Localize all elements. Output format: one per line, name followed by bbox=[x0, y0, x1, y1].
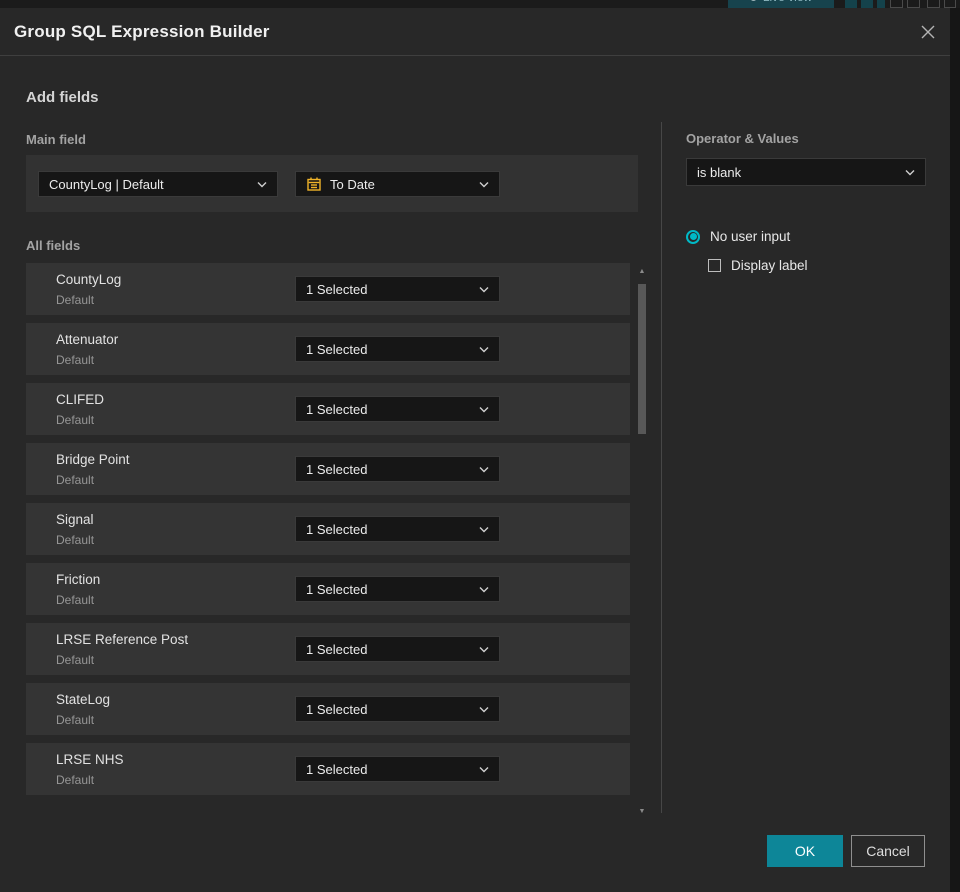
field-subtitle: Default bbox=[56, 353, 95, 367]
field-row: Friction Default 1 Selected bbox=[26, 563, 630, 615]
chevron-down-icon bbox=[479, 526, 489, 533]
toolbar-fragment bbox=[944, 0, 956, 8]
toolbar-fragment bbox=[877, 0, 885, 8]
field-subtitle: Default bbox=[56, 713, 95, 727]
chevron-down-icon bbox=[479, 586, 489, 593]
close-icon[interactable] bbox=[916, 20, 940, 44]
field-subtitle: Default bbox=[56, 413, 95, 427]
field-selection-value: 1 Selected bbox=[306, 701, 368, 717]
field-selection-dropdown[interactable]: 1 Selected bbox=[295, 756, 500, 782]
field-name: CountyLog bbox=[56, 272, 122, 287]
field-name: LRSE NHS bbox=[56, 752, 124, 767]
group-sql-expression-builder-dialog: Group SQL Expression Builder Add fields … bbox=[0, 8, 950, 892]
main-field-dropdown[interactable]: CountyLog | Default bbox=[38, 171, 278, 197]
toolbar-fragment bbox=[907, 0, 920, 8]
field-selection-value: 1 Selected bbox=[306, 281, 368, 297]
radio-selected-icon bbox=[686, 229, 700, 244]
chevron-down-icon bbox=[479, 286, 489, 293]
operator-dropdown-value: is blank bbox=[697, 164, 742, 180]
field-selection-dropdown[interactable]: 1 Selected bbox=[295, 516, 500, 542]
field-selection-dropdown[interactable]: 1 Selected bbox=[295, 396, 500, 422]
scrollbar-thumb[interactable] bbox=[638, 284, 646, 434]
field-selection-dropdown[interactable]: 1 Selected bbox=[295, 456, 500, 482]
main-field-panel: CountyLog | Default To Date bbox=[26, 155, 638, 212]
main-field-dropdown-value: CountyLog | Default bbox=[49, 176, 164, 192]
add-fields-heading: Add fields bbox=[26, 89, 99, 106]
checkbox-unchecked-icon bbox=[708, 259, 721, 272]
live-dot-icon bbox=[749, 0, 757, 1]
field-selection-dropdown[interactable]: 1 Selected bbox=[295, 636, 500, 662]
field-name: Friction bbox=[56, 572, 101, 587]
field-selection-dropdown[interactable]: 1 Selected bbox=[295, 336, 500, 362]
field-row: Attenuator Default 1 Selected bbox=[26, 323, 630, 375]
all-fields-list: CountyLog Default 1 Selected Attenuator … bbox=[26, 263, 630, 803]
field-row: Bridge Point Default 1 Selected bbox=[26, 443, 630, 495]
field-row: StateLog Default 1 Selected bbox=[26, 683, 630, 735]
radio-label: No user input bbox=[710, 229, 791, 244]
field-selection-value: 1 Selected bbox=[306, 521, 368, 537]
checkbox-label: Display label bbox=[731, 258, 808, 273]
field-selection-value: 1 Selected bbox=[306, 761, 368, 777]
all-fields-label: All fields bbox=[26, 238, 81, 253]
toolbar-fragment bbox=[861, 0, 873, 8]
chevron-down-icon bbox=[479, 646, 489, 653]
field-row: Signal Default 1 Selected bbox=[26, 503, 630, 555]
field-subtitle: Default bbox=[56, 593, 95, 607]
field-type-dropdown[interactable]: To Date bbox=[295, 171, 500, 197]
background-app-strip: Live view bbox=[0, 0, 960, 8]
field-selection-value: 1 Selected bbox=[306, 461, 368, 477]
cancel-button[interactable]: Cancel bbox=[851, 835, 925, 867]
field-selection-value: 1 Selected bbox=[306, 641, 368, 657]
live-view-label: Live view bbox=[763, 0, 812, 4]
field-subtitle: Default bbox=[56, 533, 95, 547]
field-subtitle: Default bbox=[56, 773, 95, 787]
toolbar-fragment bbox=[927, 0, 940, 8]
field-name: CLIFED bbox=[56, 392, 105, 407]
chevron-down-icon bbox=[479, 181, 489, 188]
scroll-down-icon[interactable]: ▼ bbox=[635, 808, 649, 816]
field-row: CountyLog Default 1 Selected bbox=[26, 263, 630, 315]
field-row: LRSE NHS Default 1 Selected bbox=[26, 743, 630, 795]
scroll-up-icon[interactable]: ▲ bbox=[635, 268, 649, 276]
field-selection-dropdown[interactable]: 1 Selected bbox=[295, 696, 500, 722]
chevron-down-icon bbox=[479, 706, 489, 713]
field-selection-value: 1 Selected bbox=[306, 401, 368, 417]
field-type-dropdown-value: To Date bbox=[330, 176, 375, 192]
chevron-down-icon bbox=[257, 181, 267, 188]
live-view-toggle[interactable]: Live view bbox=[728, 0, 834, 8]
field-subtitle: Default bbox=[56, 293, 95, 307]
operator-values-label: Operator & Values bbox=[686, 131, 799, 146]
fields-list-scrollbar[interactable]: ▲ ▼ bbox=[635, 268, 649, 816]
field-selection-value: 1 Selected bbox=[306, 341, 368, 357]
toolbar-fragment bbox=[845, 0, 857, 8]
dialog-header: Group SQL Expression Builder bbox=[0, 8, 950, 56]
chevron-down-icon bbox=[479, 466, 489, 473]
field-subtitle: Default bbox=[56, 653, 95, 667]
chevron-down-icon bbox=[479, 346, 489, 353]
display-label-checkbox[interactable]: Display label bbox=[708, 258, 808, 273]
field-selection-value: 1 Selected bbox=[306, 581, 368, 597]
toolbar-fragment bbox=[890, 0, 903, 8]
chevron-down-icon bbox=[479, 406, 489, 413]
field-subtitle: Default bbox=[56, 473, 95, 487]
field-row: CLIFED Default 1 Selected bbox=[26, 383, 630, 435]
panel-divider bbox=[661, 122, 662, 813]
chevron-down-icon bbox=[479, 766, 489, 773]
field-name: Bridge Point bbox=[56, 452, 130, 467]
field-row: LRSE Reference Post Default 1 Selected bbox=[26, 623, 630, 675]
field-name: LRSE Reference Post bbox=[56, 632, 189, 647]
ok-button[interactable]: OK bbox=[767, 835, 843, 867]
field-selection-dropdown[interactable]: 1 Selected bbox=[295, 576, 500, 602]
field-selection-dropdown[interactable]: 1 Selected bbox=[295, 276, 500, 302]
operator-dropdown[interactable]: is blank bbox=[686, 158, 926, 186]
field-name: Signal bbox=[56, 512, 94, 527]
calendar-icon bbox=[306, 176, 322, 192]
field-name: Attenuator bbox=[56, 332, 119, 347]
no-user-input-radio[interactable]: No user input bbox=[686, 229, 790, 244]
field-name: StateLog bbox=[56, 692, 111, 707]
chevron-down-icon bbox=[905, 169, 915, 176]
dialog-title: Group SQL Expression Builder bbox=[14, 21, 270, 41]
main-field-label: Main field bbox=[26, 132, 86, 147]
